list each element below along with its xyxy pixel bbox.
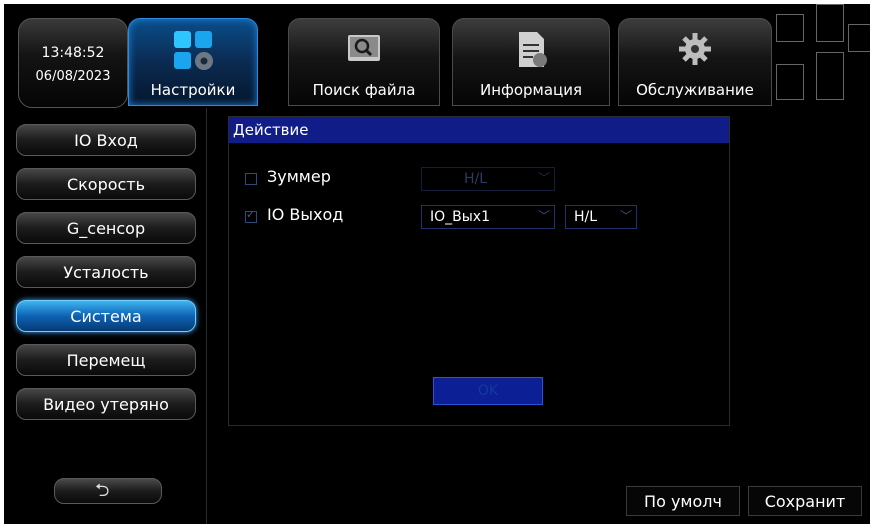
tab-settings[interactable]: Настройки (128, 18, 258, 106)
tab-label: Поиск файла (312, 81, 416, 99)
chevron-down-icon: ﹀ (619, 209, 632, 223)
tab-label: Информация (479, 81, 583, 99)
return-arrow-icon: ⮌ (95, 480, 110, 501)
buzzer-label: Зуммер (267, 167, 331, 186)
sidebar-item-fatigue[interactable]: Усталость (16, 256, 196, 288)
default-button[interactable]: По умолч (626, 486, 740, 516)
sidebar-item-label: IO Вход (74, 131, 138, 150)
back-button[interactable]: ⮌ (54, 478, 162, 504)
ok-button[interactable]: OK (433, 377, 543, 405)
clock-date: 06/08/2023 (35, 69, 111, 84)
settings-grid-icon (171, 29, 215, 77)
decor-grid-box (848, 24, 870, 52)
tab-label: Настройки (150, 81, 236, 99)
decor-grid-box (816, 4, 844, 42)
buzzer-checkbox[interactable] (245, 173, 257, 185)
chevron-down-icon: ﹀ (537, 171, 550, 185)
sidebar-item-label: Видео утеряно (43, 395, 169, 414)
document-icon (511, 29, 551, 75)
select-value: H/L (464, 171, 488, 187)
gear-icon (673, 29, 717, 73)
io-output-checkbox[interactable] (245, 208, 257, 223)
sidebar-item-g-sensor[interactable]: G_сенсор (16, 212, 196, 244)
sidebar-item-io-input[interactable]: IO Вход (16, 124, 196, 156)
divider (206, 108, 207, 524)
sidebar-item-label: G_сенсор (66, 219, 146, 238)
clock-display: 13:48:52 06/08/2023 (18, 18, 128, 108)
select-value: H/L (574, 209, 598, 225)
tab-maintenance[interactable]: Обслуживание (618, 18, 772, 106)
tab-label: Обслуживание (636, 81, 754, 99)
buzzer-level-select[interactable]: H/L ﹀ (421, 167, 555, 191)
sidebar-item-motion[interactable]: Перемещ (16, 344, 196, 376)
decor-grid-box (776, 14, 804, 42)
sidebar-item-label: Скорость (66, 175, 146, 194)
action-dialog: Действие Зуммер H/L ﹀ IO Выход IO_Вых1 ﹀… (228, 116, 730, 426)
dvr-screen: 13:48:52 06/08/2023 Настройки Поиск файл… (4, 4, 870, 524)
sidebar-item-system[interactable]: Система (16, 300, 196, 332)
sidebar-item-speed[interactable]: Скорость (16, 168, 196, 200)
sidebar-item-video-loss[interactable]: Видео утеряно (16, 388, 196, 420)
tab-file-search[interactable]: Поиск файла (288, 18, 440, 106)
io-output-level-select[interactable]: H/L ﹀ (565, 205, 637, 229)
clock-time: 13:48:52 (41, 45, 105, 61)
sidebar-item-label: Усталость (63, 263, 149, 282)
chevron-down-icon: ﹀ (537, 209, 550, 223)
io-output-channel-select[interactable]: IO_Вых1 ﹀ (421, 205, 555, 229)
tab-information[interactable]: Информация (452, 18, 610, 106)
decor-grid-box (776, 64, 804, 100)
search-icon (342, 29, 386, 73)
dialog-title: Действие (229, 117, 729, 143)
save-button[interactable]: Сохранит (748, 486, 862, 516)
select-value: IO_Вых1 (430, 209, 490, 225)
decor-grid-box (816, 52, 844, 100)
sidebar-item-label: Система (70, 307, 142, 326)
sidebar-item-label: Перемещ (66, 351, 146, 370)
io-output-label: IO Выход (267, 205, 344, 224)
